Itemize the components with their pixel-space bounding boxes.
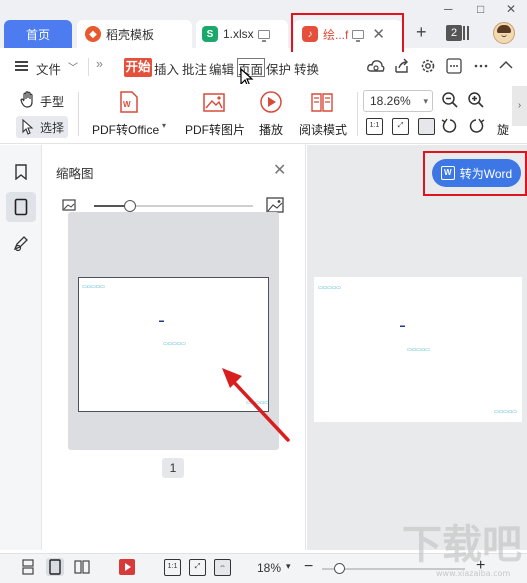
book-icon (311, 93, 333, 112)
large-image-icon[interactable] (266, 197, 284, 213)
select-tool-label: 选择 (40, 121, 65, 135)
thumbnail-panel-title: 缩略图 (56, 167, 94, 181)
more-options-dots-icon[interactable] (474, 59, 488, 73)
hand-tool-button[interactable]: 手型 (40, 93, 64, 110)
close-window-button[interactable]: ✕ (506, 2, 516, 16)
actual-size-icon[interactable]: 1:1 (366, 118, 383, 135)
chevron-down-icon[interactable]: ▾ (286, 561, 291, 572)
thumbnail-size-slider-knob[interactable] (124, 200, 136, 212)
status-zoom-value[interactable]: 18% (257, 561, 281, 575)
close-icon[interactable]: ✕ (273, 160, 286, 180)
thumb-text-line: ▭▭▭▭▭ (82, 284, 105, 290)
zoom-out-button[interactable]: − (304, 558, 313, 576)
doc-text-line: ▭▭▭▭▭ (407, 347, 430, 353)
page-number-label: 1 (162, 458, 184, 478)
actual-size-icon[interactable]: 1:1 (164, 559, 181, 576)
hand-tool-icon (20, 91, 33, 108)
collapse-ribbon-icon[interactable] (499, 60, 513, 70)
new-tab-button[interactable]: + (416, 22, 427, 43)
zoom-select[interactable]: 18.26% ▾ (363, 90, 433, 112)
daoke-logo-icon: ◆ (85, 26, 101, 42)
thumb-text-line: ▭▭▭▭▭ (163, 341, 186, 347)
doc-text-line: ▬ (400, 323, 405, 329)
menu-home-tab[interactable]: 开始 (124, 58, 152, 77)
cursor-arrow-icon (22, 119, 34, 135)
dropdown-caret-icon[interactable]: ▾ (162, 121, 166, 130)
tab-xlsx-label: 1.xlsx (223, 27, 254, 41)
tab-count-badge[interactable]: 2 (446, 25, 462, 41)
cloud-sync-icon[interactable] (367, 58, 385, 74)
zoom-in-button[interactable]: + (476, 557, 485, 575)
annotation-pen-icon (13, 236, 28, 251)
tab-daoke-label: 稻壳模板 (106, 27, 155, 42)
menu-insert[interactable]: 插入 (154, 59, 179, 78)
zoom-in-icon[interactable] (467, 91, 485, 109)
pdf-to-office-icon: W (120, 91, 138, 113)
zoom-out-icon[interactable] (441, 91, 459, 109)
thumb-text-line: ▬ (159, 318, 164, 324)
gear-icon[interactable] (420, 58, 436, 74)
pdf-to-image-icon (203, 93, 225, 112)
share-icon[interactable] (394, 58, 410, 74)
scroll-right-button[interactable]: › (512, 86, 527, 126)
thumbnail-button[interactable] (6, 192, 36, 222)
read-mode-button[interactable]: 阅读模式 (299, 121, 347, 138)
chevron-down-icon: ▾ (423, 96, 428, 106)
menu-annotate[interactable]: 批注 (182, 59, 207, 78)
minimize-button[interactable]: ─ (444, 2, 453, 16)
play-slideshow-icon[interactable] (118, 558, 136, 576)
zoom-slider-knob[interactable] (334, 563, 345, 574)
continuous-view-icon[interactable] (19, 558, 37, 576)
page-thumbnail-icon (14, 198, 28, 216)
small-image-icon[interactable] (62, 199, 76, 211)
menu-file[interactable]: 文件 (36, 59, 61, 78)
bookmark-icon (15, 164, 27, 180)
monitor-icon (257, 29, 270, 42)
tab-list-icon[interactable] (463, 26, 469, 40)
pdf-to-image-button[interactable]: PDF转图片 (185, 121, 245, 138)
more-options-icon[interactable] (446, 58, 462, 74)
tab-xlsx[interactable]: S 1.xlsx (196, 20, 288, 48)
menu-convert[interactable]: 转换 (294, 59, 319, 78)
highlight-box-pdf-tab (291, 13, 404, 56)
divider (78, 92, 79, 136)
svg-text:W: W (123, 100, 131, 109)
annotation-button[interactable] (6, 228, 36, 258)
doc-text-line: ▭▭▭▭▭ (494, 409, 517, 415)
rotate-button-label[interactable]: 旋 (497, 121, 509, 138)
zoom-value: 18.26% (370, 94, 411, 108)
hamburger-icon[interactable] (15, 61, 28, 71)
divider (357, 92, 358, 136)
menu-edit[interactable]: 编辑 (209, 59, 234, 78)
red-arrow-annotation (222, 368, 290, 442)
pdf-to-office-button[interactable]: PDF转Office (92, 121, 159, 138)
rotate-left-icon[interactable] (441, 117, 459, 135)
play-button[interactable]: 播放 (259, 121, 283, 138)
tab-home-label: 首页 (25, 27, 50, 42)
single-page-icon[interactable] (418, 118, 435, 135)
bookmark-button[interactable] (6, 157, 36, 187)
rotate-right-icon[interactable] (467, 117, 485, 135)
menu-protect[interactable]: 保护 (266, 59, 291, 78)
tab-daoke-template[interactable]: ◆ 稻壳模板 (77, 20, 192, 48)
chevron-down-icon[interactable]: ﹀ (68, 59, 78, 74)
tab-home[interactable]: 首页 (4, 20, 72, 48)
fit-page-icon[interactable]: ⤢ (392, 118, 409, 135)
more-menu-icon[interactable]: » (96, 57, 103, 71)
single-page-view-icon[interactable] (46, 558, 64, 576)
avatar[interactable] (493, 22, 515, 44)
highlight-box-convert (423, 151, 527, 196)
spreadsheet-icon: S (202, 26, 218, 42)
doc-text-line: ▭▭▭▭▭ (318, 285, 341, 291)
two-page-view-icon[interactable] (73, 558, 91, 576)
play-icon (260, 91, 282, 113)
restore-button[interactable]: □ (477, 2, 484, 16)
divider (88, 58, 89, 76)
fit-width-icon[interactable]: ⇔ (214, 559, 231, 576)
fit-page-icon[interactable]: ⤢ (189, 559, 206, 576)
